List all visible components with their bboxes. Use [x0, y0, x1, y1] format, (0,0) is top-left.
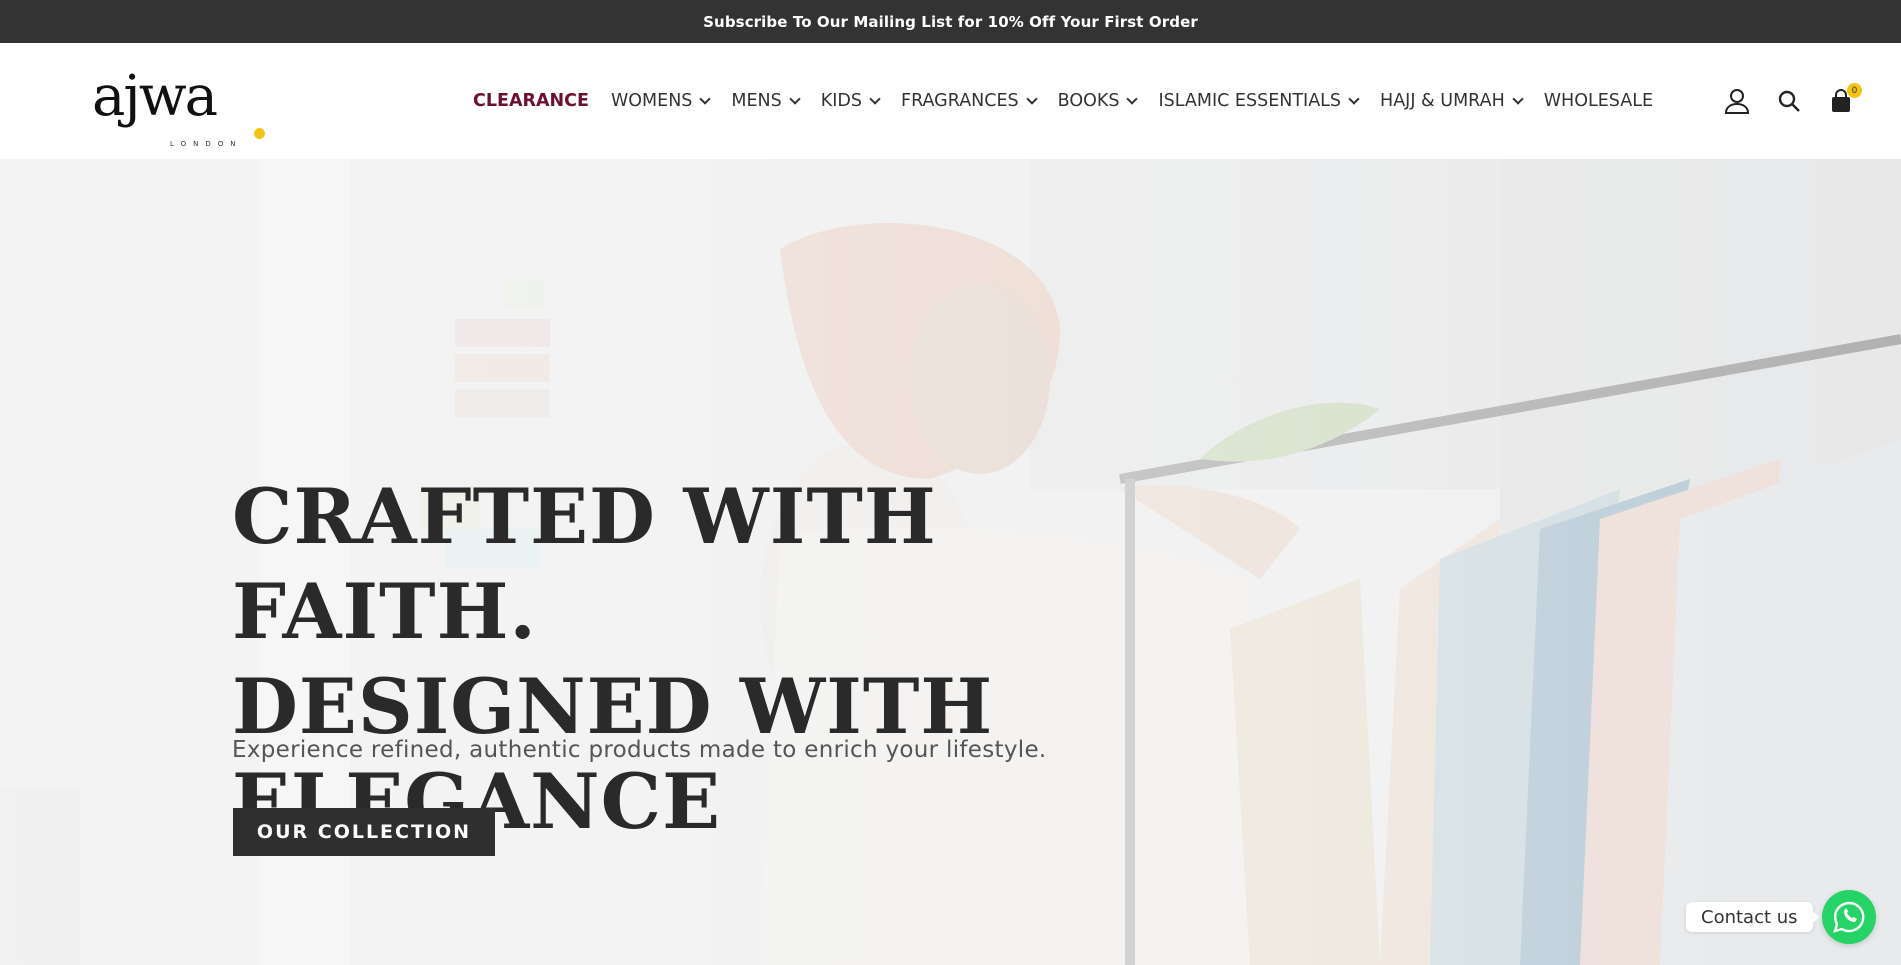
nav-item-label: MENS: [731, 91, 782, 111]
announcement-text: Subscribe To Our Mailing List for 10% Of…: [703, 12, 1198, 31]
nav-item-label: KIDS: [820, 91, 862, 111]
nav-item-hajj-umrah[interactable]: HAJJ & UMRAH: [1380, 91, 1524, 111]
nav-item-islamic-essentials[interactable]: ISLAMIC ESSENTIALS: [1158, 91, 1360, 111]
chevron-down-icon: [1025, 93, 1038, 105]
hero-subtitle: Experience refined, authentic products m…: [232, 737, 1047, 763]
search-icon[interactable]: [1776, 88, 1802, 114]
chevron-down-icon: [869, 93, 881, 105]
nav-item-books[interactable]: BOOKS: [1057, 91, 1139, 111]
cart-icon[interactable]: 0: [1828, 83, 1862, 114]
nav-item-fragrances[interactable]: FRAGRANCES: [901, 91, 1038, 111]
main-navigation: CLEARANCE WOMENS MENS KIDS FRAGRANCES BO…: [473, 43, 1653, 159]
nav-item-mens[interactable]: MENS: [731, 91, 801, 111]
hero-banner: CRAFTED WITH FAITH. DESIGNED WITH ELEGAN…: [0, 159, 1901, 965]
user-icon[interactable]: [1724, 88, 1750, 114]
nav-item-kids[interactable]: KIDS: [820, 91, 881, 111]
nav-item-label: ISLAMIC ESSENTIALS: [1158, 91, 1342, 111]
nav-item-wholesale[interactable]: WHOLESALE: [1544, 91, 1653, 111]
logo[interactable]: ajwa LONDON: [92, 64, 272, 148]
hero-title: CRAFTED WITH FAITH. DESIGNED WITH ELEGAN…: [232, 469, 1132, 849]
nav-item-clearance[interactable]: CLEARANCE: [473, 91, 589, 111]
our-collection-button[interactable]: OUR COLLECTION: [233, 808, 495, 856]
chevron-down-icon: [1126, 93, 1139, 105]
nav-item-label: FRAGRANCES: [901, 91, 1019, 111]
nav-item-womens[interactable]: WOMENS: [610, 91, 712, 111]
logo-dot: [254, 128, 265, 139]
chevron-down-icon: [789, 93, 801, 105]
chevron-down-icon: [1348, 93, 1360, 105]
hero-title-line: CRAFTED WITH FAITH.: [232, 472, 937, 656]
nav-item-label: WHOLESALE: [1543, 91, 1654, 111]
logo-word: ajwa: [92, 64, 218, 129]
chevron-down-icon: [699, 93, 712, 105]
cart-count-badge: 0: [1847, 83, 1862, 98]
site-header: ajwa LONDON CLEARANCE WOMENS MENS KIDS F…: [0, 43, 1901, 159]
chevron-down-icon: [1512, 93, 1524, 105]
whatsapp-icon[interactable]: [1822, 890, 1876, 944]
logo-subtitle: LONDON: [170, 140, 243, 148]
nav-item-label: WOMENS: [610, 91, 693, 111]
nav-item-label: CLEARANCE: [473, 91, 589, 111]
header-actions: 0: [1724, 43, 1862, 159]
nav-item-label: BOOKS: [1057, 91, 1120, 111]
announcement-bar: Subscribe To Our Mailing List for 10% Of…: [0, 0, 1901, 43]
nav-item-label: HAJJ & UMRAH: [1380, 91, 1505, 111]
contact-us-text: Contact us: [1701, 906, 1798, 928]
contact-us-label[interactable]: Contact us: [1686, 902, 1820, 932]
